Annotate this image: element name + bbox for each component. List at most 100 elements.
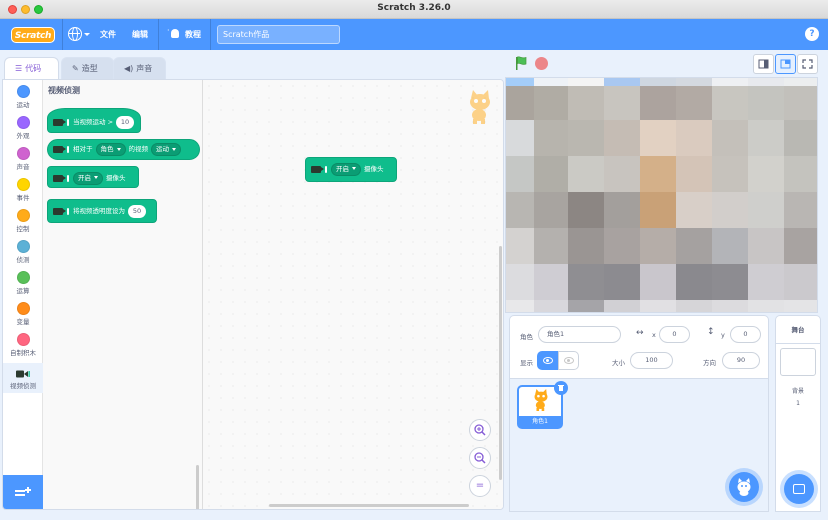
video-pixel — [604, 264, 640, 300]
y-position-input[interactable]: 0 — [730, 326, 761, 343]
stage-target-pane[interactable]: 舞台 背景 1 — [775, 315, 821, 512]
menu-tutorials[interactable]: 教程 — [185, 19, 201, 50]
globe-icon[interactable] — [68, 27, 82, 41]
video-pixel — [568, 300, 604, 312]
video-pixel — [712, 300, 748, 312]
help-button[interactable]: ? — [805, 27, 819, 41]
size-input[interactable]: 100 — [630, 352, 673, 369]
add-extension-button[interactable] — [3, 475, 43, 509]
video-pixel — [640, 156, 676, 192]
block-text: 摄像头 — [106, 174, 126, 182]
video-pixel — [604, 192, 640, 228]
turn-video-block[interactable]: 开启 摄像头 — [47, 166, 139, 188]
workspace-turn-video-block[interactable]: 开启 摄像头 — [305, 157, 397, 182]
video-type-dropdown[interactable]: 运动 — [151, 143, 181, 156]
stop-button[interactable] — [535, 57, 548, 70]
video-camera-icon — [53, 174, 66, 182]
video-pixel — [676, 228, 712, 264]
category-sensing[interactable]: 侦测 — [3, 235, 43, 266]
video-pixel — [712, 264, 748, 300]
stage-canvas[interactable] — [505, 77, 818, 313]
show-sprite-button[interactable] — [537, 351, 558, 370]
zoom-out-button[interactable] — [469, 447, 491, 469]
set-transparency-block[interactable]: 将视频透明度设为 50 — [47, 199, 157, 223]
sprite-name-input[interactable]: 角色1 — [538, 326, 621, 343]
category-operators[interactable]: 运算 — [3, 266, 43, 297]
camera-bar-icon — [325, 165, 327, 173]
video-state-dropdown[interactable]: 开启 — [73, 171, 103, 185]
video-pixel — [534, 228, 568, 264]
code-editor: 运动 外观 声音 事件 控制 侦测 运算 变量 自制积木 视频侦测 视频侦测 当… — [2, 79, 504, 510]
video-pixel — [676, 192, 712, 228]
cat-sprite-thumbnail — [534, 389, 548, 411]
video-state-dropdown[interactable]: 开启 — [331, 162, 361, 176]
zoom-reset-button[interactable]: = — [469, 475, 491, 497]
tab-costumes[interactable]: ✎ 造型 — [61, 57, 114, 79]
chevron-down-icon — [172, 147, 176, 151]
large-stage-button[interactable] — [775, 54, 796, 74]
tab-sounds[interactable]: ◀) 声音 — [113, 57, 166, 79]
transparency-input[interactable]: 50 — [128, 204, 146, 218]
video-pixel — [784, 300, 817, 312]
attribute-value: 角色 — [100, 145, 114, 153]
small-stage-button[interactable] — [753, 54, 774, 74]
menu-file[interactable]: 文件 — [100, 19, 116, 50]
choose-sprite-button[interactable] — [729, 472, 759, 502]
scratch-logo[interactable]: Scratch — [11, 27, 55, 43]
video-pixel — [506, 192, 534, 228]
video-camera-icon — [311, 165, 324, 173]
category-looks[interactable]: 外观 — [3, 111, 43, 142]
video-pixel — [748, 264, 784, 300]
tab-code[interactable]: ☰ 代码 — [4, 57, 59, 80]
video-pixel — [506, 264, 534, 300]
video-pixel — [604, 300, 640, 312]
category-my-blocks[interactable]: 自制积木 — [3, 328, 43, 359]
green-flag-button[interactable] — [515, 56, 527, 70]
x-label: x — [652, 331, 656, 339]
category-label: 声音 — [16, 163, 30, 171]
category-menu: 运动 外观 声音 事件 控制 侦测 运算 变量 自制积木 视频侦测 — [3, 80, 43, 509]
block-text: 摄像头 — [364, 165, 384, 173]
fullscreen-button[interactable] — [797, 54, 818, 74]
video-motion-hat-block[interactable]: 当视频运动 >10 — [47, 108, 141, 133]
project-title-input[interactable]: Scratch作品 — [217, 25, 340, 44]
video-pixel — [712, 78, 748, 86]
video-pixel — [506, 300, 534, 312]
choose-backdrop-button[interactable] — [784, 474, 814, 504]
sprite-tile[interactable]: 角色1 — [517, 381, 568, 429]
video-pixel — [568, 78, 604, 86]
category-variables[interactable]: 变量 — [3, 297, 43, 328]
motion-threshold-input[interactable]: 10 — [116, 115, 135, 129]
menu-divider — [210, 19, 211, 50]
block-text: 相对于 — [73, 145, 93, 153]
direction-input[interactable]: 90 — [722, 352, 760, 369]
palette-scrollbar[interactable] — [196, 465, 199, 509]
category-motion[interactable]: 运动 — [3, 80, 43, 111]
hide-sprite-button[interactable] — [558, 351, 579, 370]
delete-sprite-button[interactable] — [554, 381, 568, 395]
category-control[interactable]: 控制 — [3, 204, 43, 235]
video-pixel — [784, 228, 817, 264]
stage-thumbnail[interactable] — [780, 348, 816, 376]
category-dot-icon — [16, 302, 30, 315]
menu-edit[interactable]: 编辑 — [132, 19, 148, 50]
category-events[interactable]: 事件 — [3, 173, 43, 204]
video-pixel — [604, 228, 640, 264]
category-sound[interactable]: 声音 — [3, 142, 43, 173]
video-pixel — [568, 86, 604, 120]
workspace-horizontal-scrollbar[interactable] — [269, 504, 469, 507]
script-workspace[interactable]: 开启 摄像头 = — [203, 80, 503, 509]
category-dot-icon — [16, 147, 30, 160]
video-relative-reporter-block[interactable]: 相对于 角色 的视频 运动 — [47, 139, 200, 160]
attribute-dropdown[interactable]: 角色 — [95, 143, 126, 156]
x-position-input[interactable]: 0 — [659, 326, 690, 343]
tab-costumes-label: 造型 — [81, 64, 98, 73]
camera-bar-icon — [67, 118, 69, 126]
category-video-sensing[interactable]: 视频侦测 — [3, 363, 43, 393]
category-dot-icon — [16, 240, 30, 253]
video-pixel — [676, 120, 712, 156]
video-pixel — [784, 78, 817, 86]
workspace-vertical-scrollbar[interactable] — [499, 246, 502, 480]
zoom-in-button[interactable] — [469, 419, 491, 441]
video-pixel — [604, 156, 640, 192]
